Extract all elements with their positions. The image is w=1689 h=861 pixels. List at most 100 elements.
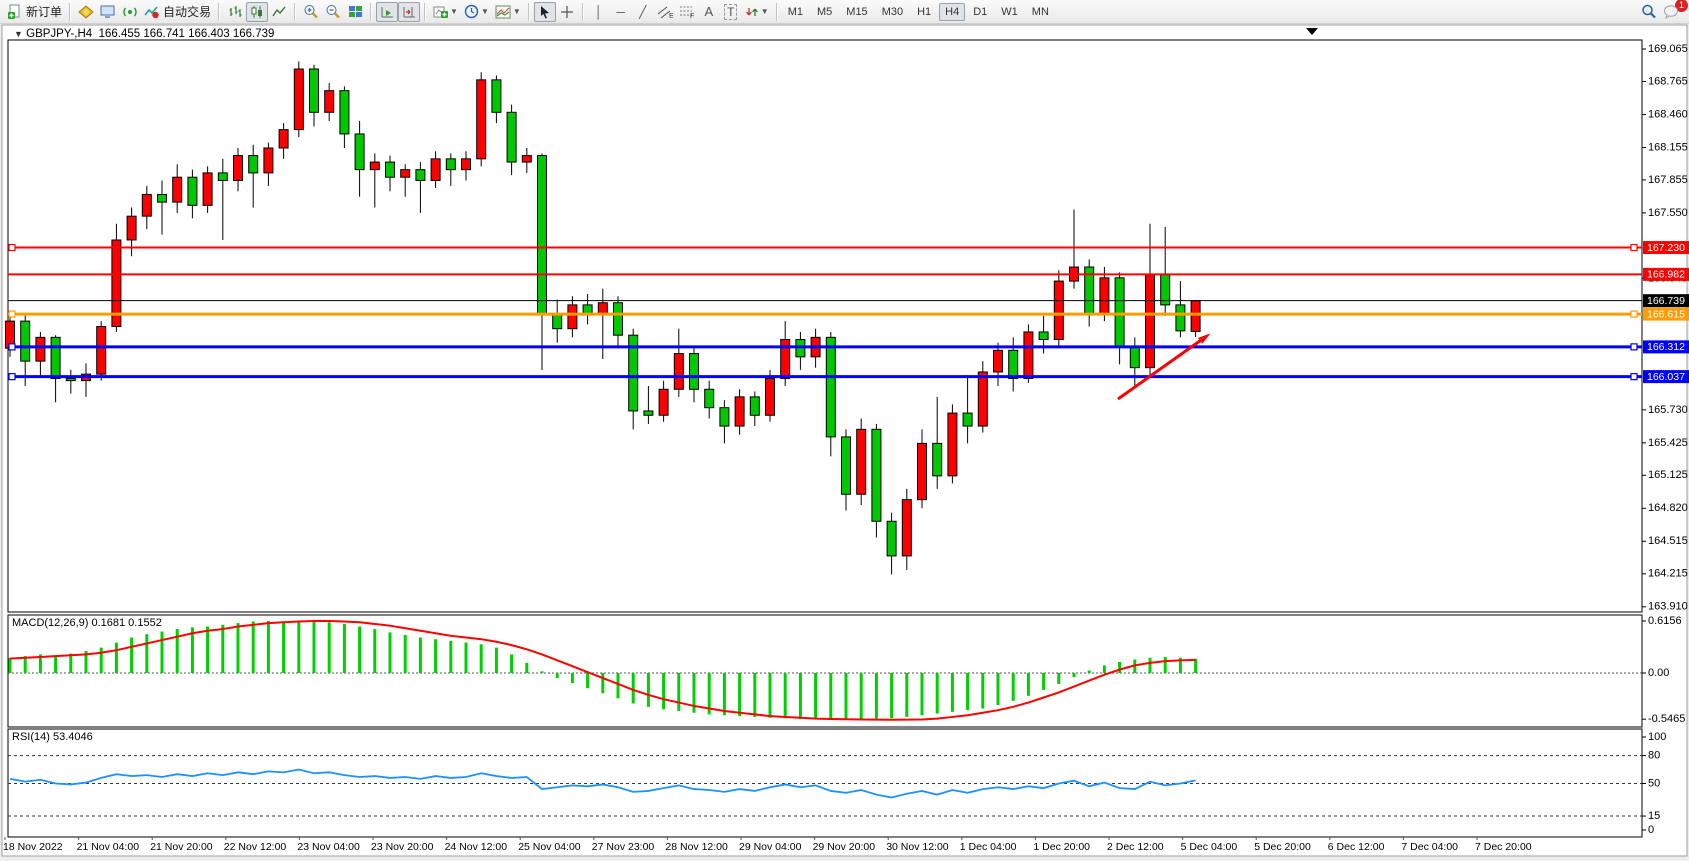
chart-shift-button[interactable] xyxy=(398,2,420,22)
time-label[interactable]: 25 Nov 04:00 xyxy=(518,841,581,853)
candle xyxy=(158,195,167,203)
time-label[interactable]: 23 Nov 20:00 xyxy=(371,841,434,853)
chart-canvas[interactable]: 169.065168.765168.460168.155167.855167.5… xyxy=(0,0,1689,861)
timeframe-button-m1[interactable]: M1 xyxy=(782,3,809,21)
separator xyxy=(69,3,71,21)
autotrading-button[interactable]: 自动交易 xyxy=(141,2,214,22)
time-label[interactable]: 1 Dec 04:00 xyxy=(960,841,1017,853)
macd-values: 0.1681 0.1552 xyxy=(91,617,161,629)
line-handle[interactable] xyxy=(1631,311,1637,317)
time-label[interactable]: 7 Dec 20:00 xyxy=(1475,841,1532,853)
auto-scroll-button[interactable] xyxy=(376,2,398,22)
zoom-in-icon xyxy=(303,4,319,19)
time-label[interactable]: 21 Nov 04:00 xyxy=(77,841,140,853)
line-chart-button[interactable] xyxy=(268,2,290,22)
timeframe-button-m15[interactable]: M15 xyxy=(840,3,873,21)
ohlc-values: 166.455 166.741 166.403 166.739 xyxy=(99,28,275,40)
chevron-down-icon: ▼ xyxy=(481,7,489,16)
separator xyxy=(528,3,530,21)
time-label[interactable]: 2 Dec 12:00 xyxy=(1107,841,1164,853)
timeframe-button-d1[interactable]: D1 xyxy=(967,3,993,21)
timeframe-button-h1[interactable]: H1 xyxy=(911,3,937,21)
equidistant-channel-button[interactable]: E xyxy=(654,2,676,22)
notifications-button[interactable]: 1 xyxy=(1660,2,1683,22)
line-handle[interactable] xyxy=(1631,245,1637,251)
price-tick-label: 163.910 xyxy=(1648,601,1688,613)
bar-chart-button[interactable] xyxy=(224,2,246,22)
chart-title: ▼ GBPJPY-,H4 166.455 166.741 166.403 166… xyxy=(14,28,274,40)
price-label-text: 166.037 xyxy=(1647,371,1685,383)
main-plot-area[interactable] xyxy=(8,40,1642,612)
signals-button[interactable] xyxy=(119,2,141,22)
terminal-button[interactable] xyxy=(97,2,119,22)
text-button[interactable]: A xyxy=(698,2,720,22)
new-order-label: 新订单 xyxy=(26,3,62,20)
candle xyxy=(887,521,896,556)
candle xyxy=(355,134,364,170)
horizontal-line-button[interactable]: ─ xyxy=(610,2,632,22)
price-tick-label: 167.855 xyxy=(1648,174,1688,186)
new-order-button[interactable]: 新订单 xyxy=(4,2,65,22)
metaeditor-button[interactable] xyxy=(75,2,97,22)
candle xyxy=(614,303,623,335)
candle xyxy=(690,354,699,390)
arrows-button[interactable]: ▼ xyxy=(742,2,772,22)
time-label[interactable]: 27 Nov 23:00 xyxy=(592,841,655,853)
vertical-line-icon: │ xyxy=(595,5,603,19)
price-label-text: 166.739 xyxy=(1647,295,1685,307)
time-label[interactable]: 5 Dec 20:00 xyxy=(1254,841,1311,853)
candle xyxy=(21,321,30,361)
candlestick-icon xyxy=(250,5,265,19)
timeframe-button-h4[interactable]: H4 xyxy=(939,3,965,21)
line-handle[interactable] xyxy=(9,374,15,380)
price-tick-label: 169.065 xyxy=(1648,43,1688,55)
time-label[interactable]: 28 Nov 12:00 xyxy=(665,841,728,853)
line-handle[interactable] xyxy=(9,311,15,317)
line-handle[interactable] xyxy=(9,344,15,350)
price-tick-label: 168.460 xyxy=(1648,108,1688,120)
vertical-line-button[interactable]: │ xyxy=(588,2,610,22)
tile-windows-button[interactable] xyxy=(344,2,366,22)
timeframe-button-w1[interactable]: W1 xyxy=(995,3,1024,21)
auto-scroll-icon xyxy=(380,5,395,19)
time-label[interactable]: 5 Dec 04:00 xyxy=(1181,841,1238,853)
search-button[interactable] xyxy=(1638,2,1660,22)
indicators-button[interactable]: ▼ xyxy=(430,2,461,22)
time-label[interactable]: 22 Nov 12:00 xyxy=(224,841,287,853)
zoom-out-button[interactable] xyxy=(322,2,344,22)
text-label-button[interactable]: T xyxy=(720,2,742,22)
timeframe-button-m30[interactable]: M30 xyxy=(876,3,909,21)
time-label[interactable]: 29 Nov 04:00 xyxy=(739,841,802,853)
crosshair-button[interactable] xyxy=(556,2,578,22)
cursor-button[interactable] xyxy=(534,2,556,22)
fibonacci-icon: F xyxy=(679,5,695,19)
candle xyxy=(1054,281,1063,339)
line-handle[interactable] xyxy=(1631,374,1637,380)
time-label[interactable]: 7 Dec 04:00 xyxy=(1401,841,1458,853)
time-label[interactable]: 21 Nov 20:00 xyxy=(150,841,213,853)
fibonacci-button[interactable]: F xyxy=(676,2,698,22)
collapse-icon[interactable]: ▼ xyxy=(14,29,23,39)
candlestick-button[interactable] xyxy=(246,2,268,22)
line-handle[interactable] xyxy=(1631,344,1637,350)
timeframe-button-m5[interactable]: M5 xyxy=(811,3,838,21)
separator xyxy=(370,3,372,21)
time-label[interactable]: 6 Dec 12:00 xyxy=(1328,841,1385,853)
new-order-icon xyxy=(7,4,23,20)
candle xyxy=(1039,332,1048,340)
time-label[interactable]: 23 Nov 04:00 xyxy=(297,841,360,853)
candle xyxy=(142,195,151,217)
time-label[interactable]: 30 Nov 12:00 xyxy=(886,841,949,853)
time-label[interactable]: 29 Nov 20:00 xyxy=(813,841,876,853)
templates-button[interactable]: ▼ xyxy=(492,2,524,22)
time-label[interactable]: 24 Nov 12:00 xyxy=(445,841,508,853)
periods-button[interactable]: ▼ xyxy=(461,2,492,22)
candle xyxy=(66,378,75,380)
zoom-in-button[interactable] xyxy=(300,2,322,22)
time-label[interactable]: 1 Dec 20:00 xyxy=(1033,841,1090,853)
timeframe-button-mn[interactable]: MN xyxy=(1026,3,1055,21)
trendline-button[interactable]: ╱ xyxy=(632,2,654,22)
line-handle[interactable] xyxy=(9,245,15,251)
candle xyxy=(127,216,136,240)
time-label[interactable]: 18 Nov 2022 xyxy=(3,841,63,853)
